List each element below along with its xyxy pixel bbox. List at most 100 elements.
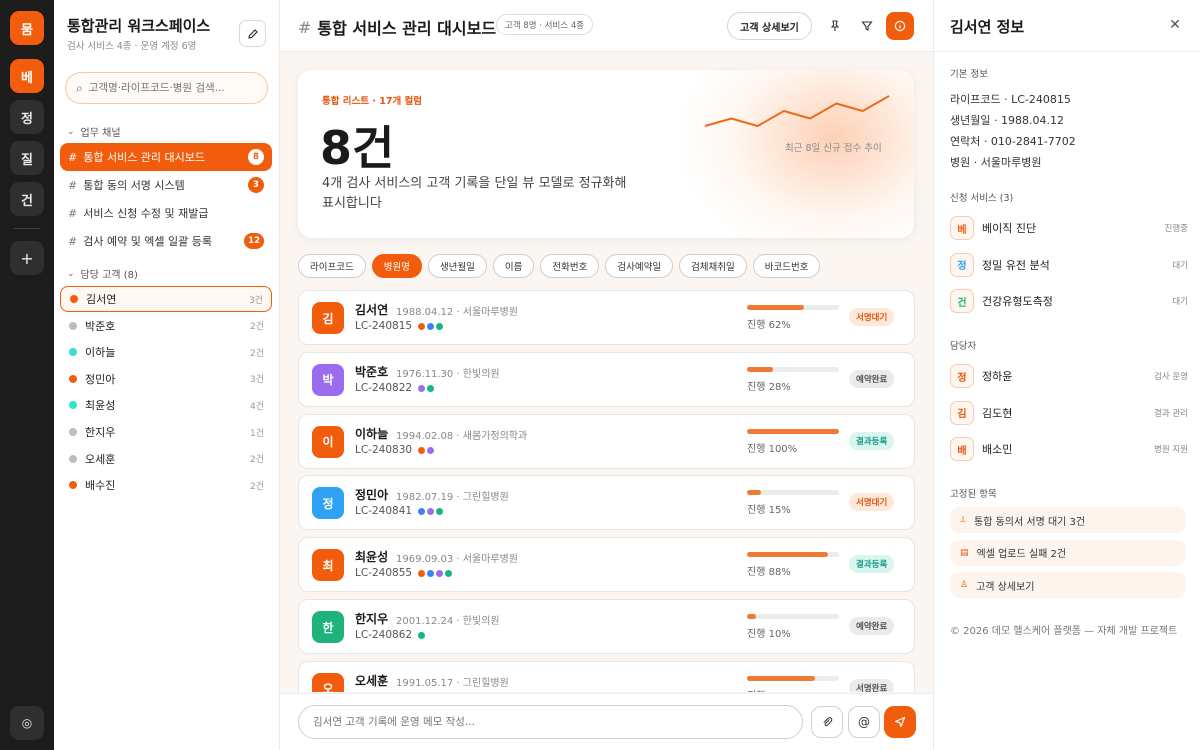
table-row[interactable]: 김 김서연 1988.04.12 · 서울마루병원 LC-240815 진행 62% 서명…	[298, 290, 915, 345]
table-row[interactable]: 이 이하늘 1994.02.08 · 새봄가정의학과 LC-240830 진행 100%…	[298, 413, 915, 469]
pinned-item[interactable]: ⟂ 통합 동의서 서명 대기 3건	[950, 507, 1186, 533]
filter-chip[interactable]: 생년월일	[427, 254, 487, 278]
send-icon[interactable]	[884, 706, 916, 738]
customer-name: 정민아	[85, 372, 116, 386]
filter-chip[interactable]: 검사예약일	[605, 254, 674, 278]
filter-chip[interactable]: 라이프코드	[298, 254, 366, 278]
lifecode: LC-240815	[355, 320, 413, 332]
channel-item-reissue[interactable]: # 서비스 신청 수정 및 재발급	[60, 199, 272, 227]
customer-item[interactable]: 오세훈 2건	[60, 446, 272, 472]
add-workspace-button[interactable]: +	[10, 241, 44, 275]
table-row[interactable]: 최 최윤성 1969.09.03 · 서울마루병원 LC-240855 진행 88% 결과…	[298, 537, 915, 593]
service-item[interactable]: 건 건강유형도측정 대기	[950, 286, 1188, 316]
customer-item[interactable]: 배수진 2건	[60, 472, 272, 498]
status-badge: 결과등록	[849, 555, 895, 574]
info-lifecode: 라이프코드 · LC-240815	[950, 93, 1071, 106]
table-row[interactable]: 한 한지우 2001.12.24 · 한빛의원 LC-240862 진행 10% 예약완료	[298, 599, 915, 654]
customers-header[interactable]: ⌄ 담당 고객 (8)	[67, 266, 138, 282]
close-icon[interactable]: ✕	[1166, 16, 1184, 34]
customer-list: 김 김서연 1988.04.12 · 서울마루병원 LC-240815 진행 62% 서명…	[298, 290, 915, 692]
customer-item[interactable]: 최윤성 4건	[60, 392, 272, 418]
service-dot	[427, 446, 434, 454]
customers-header-label: 담당 고객 (8)	[80, 270, 138, 281]
customer-meta: 1994.02.08 · 새봄가정의학과	[396, 430, 528, 442]
search-box[interactable]: ⌕	[65, 72, 268, 104]
customer-name: 한지우	[355, 612, 389, 626]
service-dots	[418, 384, 436, 392]
filter-chips: 라이프코드 병원명 생년월일 이름 전화번호 검사예약일 검체채취일 바코드번호	[298, 254, 826, 278]
pinned-item[interactable]: ▤ 엑셀 업로드 실패 2건	[950, 539, 1186, 566]
table-row[interactable]: 오 오세훈 1991.05.17 · 그린힐병원 LC-240870 진행 74% 서명완…	[298, 660, 915, 692]
service-dot	[418, 632, 425, 639]
pinned-icon: ⟂	[960, 515, 967, 525]
pin-icon[interactable]	[821, 12, 849, 40]
rail-item-disease[interactable]: 질	[10, 141, 44, 175]
service-dot	[418, 323, 425, 330]
customer-detail-button[interactable]: 고객 상세보기	[727, 12, 812, 40]
pinned-item[interactable]: ♙ 고객 상세보기	[950, 572, 1186, 598]
filter-chip[interactable]: 바코드번호	[752, 254, 821, 278]
customer-item[interactable]: 이하늘 2건	[60, 339, 272, 365]
edit-workspace-button[interactable]	[239, 20, 266, 47]
customer-name: 최윤성	[85, 399, 116, 413]
service-dot	[436, 570, 443, 578]
filter-icon[interactable]	[853, 12, 881, 40]
channel-item-booking[interactable]: # 검사 예약 및 엑셀 일괄 등록 12	[60, 227, 272, 255]
filter-chip[interactable]: 병원명	[371, 254, 422, 278]
hash-icon: #	[68, 206, 78, 220]
customer-item[interactable]: 김서연 3건	[60, 286, 272, 312]
customer-item[interactable]: 박준호 2건	[60, 313, 272, 339]
rail-item-health[interactable]: 건	[10, 182, 44, 216]
staff-item[interactable]: 정 정하윤 검사 운영	[950, 361, 1188, 391]
channel-label: 서비스 신청 수정 및 재발급	[83, 207, 209, 220]
filter-chip[interactable]: 검체채취일	[679, 254, 747, 278]
search-input[interactable]	[88, 82, 259, 94]
service-item[interactable]: 정 정밀 유전 분석 대기	[950, 250, 1188, 280]
customer-name: 박준호	[355, 364, 389, 379]
status-badge: 서명완료	[849, 678, 895, 692]
filter-chip[interactable]: 전화번호	[540, 254, 600, 278]
rail-item-basic[interactable]: 베	[10, 59, 44, 93]
service-dot	[436, 508, 443, 516]
customer-info-panel: 김서연 정보 ✕ 기본 정보 라이프코드 · LC-240815 생년월일 · …	[933, 0, 1200, 750]
staff-item[interactable]: 김 김도현 결과 관리	[950, 398, 1188, 428]
mention-icon[interactable]: @	[848, 706, 880, 738]
settings-icon[interactable]: ◎	[10, 706, 44, 740]
rail-item-precision[interactable]: 정	[10, 100, 44, 134]
service-name: 건강유형도측정	[982, 295, 1053, 308]
summary-kicker: 통합 리스트 · 17개 컬럼	[322, 96, 422, 107]
brand-logo[interactable]: 뭄	[10, 11, 44, 45]
progress-bar	[747, 552, 839, 558]
service-item[interactable]: 베 베이직 진단 진행중	[950, 213, 1188, 243]
channel-count-badge: 8	[248, 149, 264, 165]
service-name: 베이직 진단	[982, 222, 1037, 235]
progress-bar	[747, 428, 839, 434]
staff-name: 배소민	[982, 443, 1013, 456]
info-hospital: 병원 · 서울마루병원	[950, 156, 1042, 169]
customer-item[interactable]: 정민아 3건	[60, 366, 272, 392]
channels-header[interactable]: ⌄ 업무 채널	[67, 124, 121, 140]
customer-meta: 1988.04.12 · 서울마루병원	[396, 307, 518, 318]
progress-fill	[747, 675, 816, 681]
filter-chip[interactable]: 이름	[492, 254, 535, 278]
customer-meta: 1991.05.17 · 그린힐병원	[396, 677, 509, 689]
hash-icon: #	[68, 150, 78, 164]
status-badge: 서명대기	[849, 308, 895, 326]
sidebar: 통합관리 워크스페이스 검사 서비스 4종 · 운영 계정 6명 ⌕ ⌄ 업무 채…	[54, 0, 280, 750]
table-row[interactable]: 정 정민아 1982.07.19 · 그린힐병원 LC-240841 진행 15% 서명대…	[298, 475, 915, 531]
progress-label: 진행 74%	[747, 687, 791, 692]
channel-item-consent[interactable]: # 통합 동의 서명 시스템 3	[60, 171, 272, 199]
memo-input-box[interactable]	[298, 705, 803, 739]
pinned-label: 엑셀 업로드 실패 2건	[976, 549, 1067, 560]
memo-input[interactable]	[313, 716, 793, 728]
main-content: # 통합 서비스 관리 대시보드 고객 8명 · 서비스 4종 고객 상세보기 통…	[280, 0, 933, 750]
hash-icon: #	[68, 234, 78, 248]
customer-name: 이하늘	[355, 426, 389, 441]
staff-item[interactable]: 배 배소민 병원 지원	[950, 434, 1188, 464]
customer-item[interactable]: 한지우 1건	[60, 419, 272, 445]
table-row[interactable]: 박 박준호 1976.11.30 · 한빛의원 LC-240822 진행 28% 예약완료	[298, 351, 915, 407]
attach-icon[interactable]	[811, 706, 843, 738]
info-icon[interactable]	[886, 12, 914, 40]
channel-item-dashboard[interactable]: # 통합 서비스 관리 대시보드 8	[60, 143, 272, 171]
panel-divider	[934, 51, 1200, 52]
